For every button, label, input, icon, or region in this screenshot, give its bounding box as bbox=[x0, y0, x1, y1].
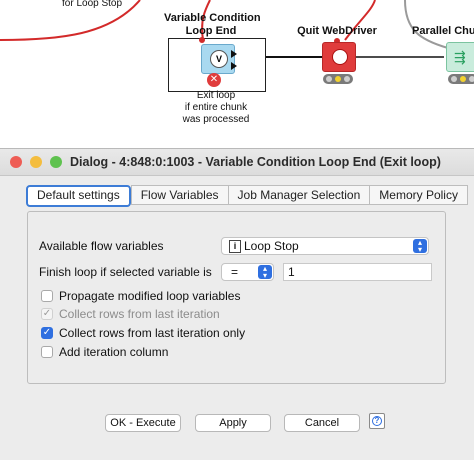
node-status-lights bbox=[448, 74, 474, 84]
checkbox-label: Add iteration column bbox=[59, 345, 169, 359]
tab-memory-policy[interactable]: Memory Policy bbox=[369, 185, 468, 205]
node-caption: Exit loop if entire chunk was processed bbox=[182, 90, 250, 125]
ok-execute-button[interactable]: OK - Execute bbox=[105, 414, 181, 432]
collect-rows-last-iteration-checkbox: ✓ Collect rows from last iteration bbox=[41, 306, 220, 322]
tab-bar: Default settings Flow Variables Job Mana… bbox=[26, 185, 468, 207]
help-icon: ? bbox=[372, 416, 382, 426]
checkbox-label: Collect rows from last iteration only bbox=[59, 326, 246, 340]
chevron-updown-icon: ▴ ▾ bbox=[413, 239, 427, 254]
node-title: Parallel Chun bbox=[412, 25, 474, 37]
operator-select[interactable]: = ▴ ▾ bbox=[221, 263, 274, 281]
error-icon: ✕ bbox=[207, 73, 221, 87]
dialog-title: Dialog - 4:848:0:1003 - Variable Conditi… bbox=[70, 155, 441, 169]
add-iteration-column-checkbox[interactable]: Add iteration column bbox=[41, 344, 168, 360]
checkbox-box[interactable] bbox=[41, 290, 53, 302]
finish-value-input[interactable]: 1 bbox=[283, 263, 432, 281]
integer-variable-icon: i bbox=[229, 240, 241, 253]
operator-selected-value: = bbox=[231, 265, 239, 279]
tab-flow-variables[interactable]: Flow Variables bbox=[130, 185, 228, 205]
node-title: Quit WebDriver bbox=[297, 25, 377, 37]
flow-variable-port[interactable] bbox=[199, 37, 205, 43]
workflow-canvas[interactable]: for Loop Stop Variable Condition Loop End… bbox=[0, 0, 474, 150]
propagate-modified-loop-variables-checkbox[interactable]: Propagate modified loop variables bbox=[41, 288, 240, 304]
webdriver-icon bbox=[322, 42, 356, 72]
minimize-window-button[interactable] bbox=[30, 156, 42, 168]
annotation-text: for Loop Stop bbox=[62, 0, 123, 9]
maximize-window-button[interactable] bbox=[50, 156, 62, 168]
node-status-lights bbox=[323, 74, 353, 84]
dialog-window: Dialog - 4:848:0:1003 - Variable Conditi… bbox=[0, 148, 474, 460]
loop-end-icon: V bbox=[201, 44, 235, 74]
help-button[interactable]: ? bbox=[369, 413, 385, 429]
tab-default-settings[interactable]: Default settings bbox=[26, 185, 131, 207]
chevron-updown-icon: ▴ ▾ bbox=[258, 265, 272, 280]
output-port-2[interactable] bbox=[231, 62, 237, 70]
cancel-button[interactable]: Cancel bbox=[284, 414, 360, 432]
collect-rows-last-iteration-only-checkbox[interactable]: ✓ Collect rows from last iteration only bbox=[41, 325, 245, 341]
dialog-titlebar[interactable]: Dialog - 4:848:0:1003 - Variable Conditi… bbox=[0, 149, 474, 176]
flow-variable-selected-value: Loop Stop bbox=[244, 239, 299, 253]
parallel-chunk-icon: ⇶ bbox=[446, 42, 474, 72]
checkmark-icon[interactable]: ✓ bbox=[41, 327, 53, 339]
wire-gray bbox=[404, 0, 449, 49]
apply-button[interactable]: Apply bbox=[195, 414, 271, 432]
finish-loop-label: Finish loop if selected variable is bbox=[39, 265, 212, 279]
flow-variable-select[interactable]: i Loop Stop ▴ ▾ bbox=[221, 237, 429, 255]
checkbox-label: Collect rows from last iteration bbox=[59, 307, 220, 321]
tab-job-manager-selection[interactable]: Job Manager Selection bbox=[227, 185, 370, 205]
checkbox-label: Propagate modified loop variables bbox=[59, 289, 241, 303]
output-port-1[interactable] bbox=[231, 50, 237, 58]
checkbox-box[interactable] bbox=[41, 346, 53, 358]
available-flow-variables-label: Available flow variables bbox=[39, 239, 164, 253]
close-window-button[interactable] bbox=[10, 156, 22, 168]
node-title: Variable Condition Loop End bbox=[164, 12, 261, 37]
checkmark-icon: ✓ bbox=[41, 308, 53, 320]
